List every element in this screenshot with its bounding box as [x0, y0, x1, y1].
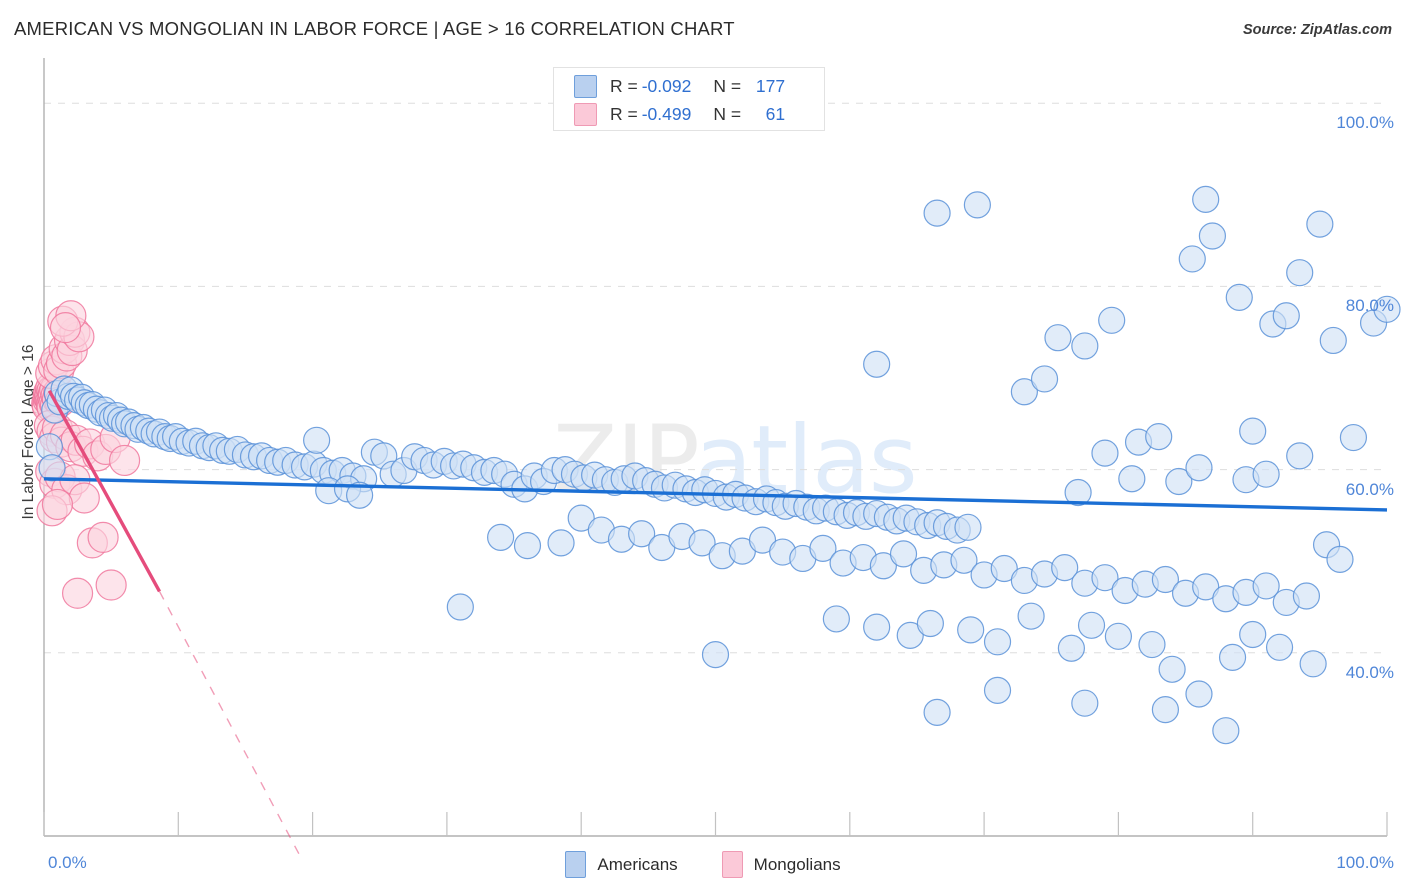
- legend-swatch-americans: [565, 851, 587, 878]
- stats-row-mongolians: R = -0.499 N = 61: [574, 100, 785, 128]
- plot-area: [31, 58, 1401, 855]
- gridlines: [44, 102, 1387, 654]
- legend-item-mongolians[interactable]: Mongolians: [721, 851, 841, 878]
- y-axis-tick-label: 100.0%: [1336, 113, 1394, 133]
- y-axis-tick-label: 40.0%: [1345, 662, 1394, 682]
- stats-r-label-mongolians: R =: [610, 103, 638, 124]
- stats-row-americans: R = -0.092 N = 177: [574, 72, 785, 100]
- stats-r-value-americans: -0.092: [641, 75, 692, 96]
- stats-swatch-mongolians: [574, 102, 597, 126]
- stats-r-value-mongolians: -0.499: [641, 103, 692, 124]
- correlation-chart: AMERICAN VS MONGOLIAN IN LABOR FORCE | A…: [0, 0, 1406, 892]
- stats-n-value-mongolians: 61: [765, 103, 786, 124]
- y-axis-tick-label: 80.0%: [1345, 296, 1394, 316]
- legend-label-americans: Americans: [597, 854, 678, 874]
- stats-n-value-americans: 177: [755, 75, 786, 96]
- stats-legend-box: R = -0.092 N = 177 R = -0.499 N = 61: [553, 67, 825, 131]
- stats-swatch-americans: [574, 74, 597, 98]
- x-axis-ticks: [43, 812, 1388, 836]
- stats-r-label-americans: R =: [610, 75, 638, 96]
- stats-n-label-mongolians: N =: [713, 103, 742, 124]
- y-axis-tick-label: 60.0%: [1345, 479, 1394, 499]
- legend-swatch-mongolians: [721, 851, 743, 878]
- series-legend: Americans Mongolians: [0, 851, 1406, 878]
- stats-n-label-americans: N =: [713, 75, 742, 96]
- legend-item-americans[interactable]: Americans: [565, 851, 678, 878]
- legend-label-mongolians: Mongolians: [753, 854, 841, 874]
- scatter-points-americans: [35, 185, 1401, 745]
